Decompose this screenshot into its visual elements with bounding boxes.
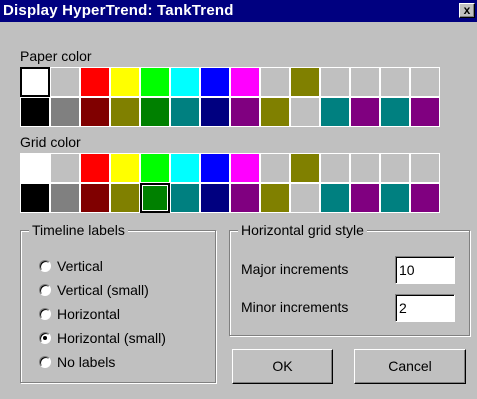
radio-label: Horizontal (small) [57,330,166,346]
paper-color-swatch[interactable] [320,67,350,97]
paper-color-swatch[interactable] [20,97,50,127]
timeline-labels-group: Timeline labels Vertical Vertical (small… [20,222,216,383]
timeline-labels-title: Timeline labels [29,222,128,238]
grid-color-swatch[interactable] [20,153,50,183]
radio-label: Vertical [57,258,103,274]
grid-color-swatch[interactable] [140,153,170,183]
paper-color-swatch[interactable] [350,97,380,127]
paper-color-label: Paper color [20,48,92,64]
radio-indicator[interactable] [39,308,51,320]
paper-color-swatch[interactable] [350,67,380,97]
grid-color-swatch[interactable] [170,153,200,183]
grid-color-swatch[interactable] [50,153,80,183]
paper-color-swatch[interactable] [110,97,140,127]
radio-horizontal[interactable]: Horizontal [39,305,120,323]
paper-color-swatch[interactable] [200,97,230,127]
close-button[interactable]: x [459,3,475,18]
grid-color-swatch[interactable] [110,153,140,183]
grid-color-swatch[interactable] [50,183,80,213]
grid-color-swatch[interactable] [20,183,50,213]
paper-color-swatch[interactable] [320,97,350,127]
ok-button[interactable]: OK [232,349,333,384]
grid-color-swatch[interactable] [260,183,290,213]
grid-color-swatch[interactable] [410,153,440,183]
grid-color-swatch[interactable] [140,183,170,213]
major-increments-label: Major increments [241,261,349,277]
radio-indicator[interactable] [39,332,51,344]
grid-color-swatch[interactable] [320,183,350,213]
grid-color-swatch[interactable] [260,153,290,183]
title-bar: Display HyperTrend: TankTrend x [0,0,477,22]
radio-vertical-small[interactable]: Vertical (small) [39,281,149,299]
paper-color-swatch[interactable] [260,67,290,97]
grid-color-swatch[interactable] [350,183,380,213]
paper-color-swatch[interactable] [50,97,80,127]
paper-color-swatch[interactable] [380,97,410,127]
radio-label: Horizontal [57,306,121,322]
paper-color-swatch[interactable] [380,67,410,97]
paper-color-swatch[interactable] [110,67,140,97]
radio-indicator[interactable] [39,356,51,368]
major-increments-input[interactable]: 10 [395,256,455,284]
grid-color-swatch[interactable] [170,183,200,213]
radio-label: No labels [57,354,116,370]
grid-color-swatch[interactable] [80,183,110,213]
radio-no-labels[interactable]: No labels [39,353,115,371]
window-title: Display HyperTrend: TankTrend [3,2,234,19]
grid-color-swatch[interactable] [290,153,320,183]
grid-color-swatch[interactable] [80,153,110,183]
minor-increments-input[interactable]: 2 [395,294,455,322]
grid-color-swatch[interactable] [410,183,440,213]
radio-indicator[interactable] [39,260,51,272]
paper-color-swatch[interactable] [230,97,260,127]
grid-color-swatch[interactable] [290,183,320,213]
radio-label: Vertical (small) [57,282,149,298]
paper-color-swatch[interactable] [290,67,320,97]
horizontal-grid-style-group: Horizontal grid style Major increments 1… [229,222,470,336]
paper-color-swatch[interactable] [20,67,50,97]
radio-indicator[interactable] [39,284,51,296]
paper-color-swatch[interactable] [260,97,290,127]
close-icon: x [463,3,471,17]
grid-color-swatch[interactable] [230,183,260,213]
paper-color-swatch[interactable] [290,97,320,127]
grid-color-swatch[interactable] [200,153,230,183]
grid-color-swatch[interactable] [380,153,410,183]
paper-color-palette [20,67,440,127]
grid-color-swatch[interactable] [380,183,410,213]
grid-color-swatch[interactable] [110,183,140,213]
paper-color-swatch[interactable] [170,97,200,127]
paper-color-swatch[interactable] [80,97,110,127]
grid-color-swatch[interactable] [320,153,350,183]
paper-color-swatch[interactable] [410,97,440,127]
radio-horizontal-small[interactable]: Horizontal (small) [39,329,166,347]
grid-color-swatch[interactable] [200,183,230,213]
minor-increments-label: Minor increments [241,299,349,315]
paper-color-swatch[interactable] [200,67,230,97]
paper-color-swatch[interactable] [410,67,440,97]
grid-color-swatch[interactable] [230,153,260,183]
paper-color-swatch[interactable] [140,67,170,97]
horizontal-grid-style-title: Horizontal grid style [238,222,367,238]
paper-color-swatch[interactable] [170,67,200,97]
cancel-button[interactable]: Cancel [354,349,466,384]
radio-vertical[interactable]: Vertical [39,257,103,275]
paper-color-swatch[interactable] [230,67,260,97]
paper-color-swatch[interactable] [80,67,110,97]
paper-color-swatch[interactable] [140,97,170,127]
paper-color-swatch[interactable] [50,67,80,97]
grid-color-palette [20,153,440,213]
grid-color-label: Grid color [20,134,81,150]
grid-color-swatch[interactable] [350,153,380,183]
